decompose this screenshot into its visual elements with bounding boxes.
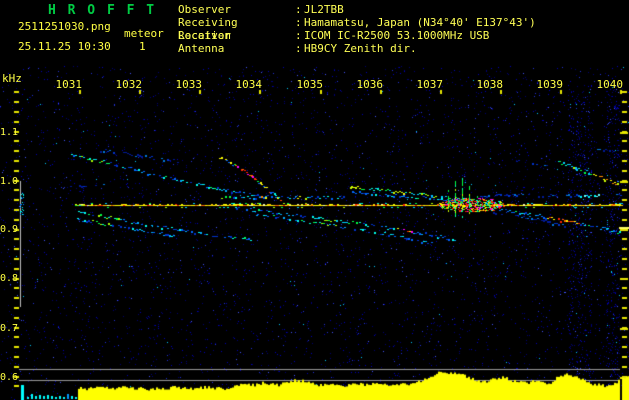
time-tick-label: 1032	[115, 78, 143, 91]
station-info-row: Receiving Location: Hamamatsu, Japan (N34…	[178, 16, 536, 42]
time-tick-label: 1034	[235, 78, 263, 91]
spectrogram-canvas	[0, 0, 629, 400]
time-tick-label: 1040	[596, 78, 624, 91]
observation-mode: meteor	[124, 27, 164, 40]
app-title: H R O F F T	[48, 3, 157, 18]
time-tick-label: 1035	[296, 78, 324, 91]
info-value: HB9CY Zenith dir.	[304, 42, 417, 55]
time-tick-label: 1037	[416, 78, 444, 91]
freq-tick-label: 1.0	[0, 176, 19, 187]
info-value: JL2TBB	[304, 3, 344, 16]
output-filename: 2511251030.png	[18, 20, 111, 33]
time-tick-label: 1038	[476, 78, 504, 91]
station-info-row: Antenna: HB9CY Zenith dir.	[178, 42, 536, 55]
info-label: Observer	[178, 3, 231, 16]
info-value: ICOM IC-R2500 53.1000MHz USB	[304, 29, 490, 42]
station-info-row: Receiver: ICOM IC-R2500 53.1000MHz USB	[178, 29, 536, 42]
info-separator: :	[295, 29, 302, 42]
time-tick-label: 1031	[55, 78, 83, 91]
info-label: Receiver	[178, 29, 231, 42]
time-tick-label: 1039	[536, 78, 564, 91]
info-separator: :	[295, 3, 302, 16]
station-info-row: Observer: JL2TBB	[178, 3, 536, 16]
time-tick-label: 1033	[175, 78, 203, 91]
info-label: Antenna	[178, 42, 225, 55]
station-info-table: Observer: JL2TBB Receiving Location: Hamama…	[178, 3, 536, 55]
freq-tick-label: 0.8	[0, 273, 19, 284]
meteor-count: 1	[139, 40, 146, 53]
info-separator: :	[295, 42, 302, 55]
info-value: Hamamatsu, Japan (N34°40' E137°43')	[304, 16, 536, 29]
observation-datetime: 25.11.25 10:30	[18, 40, 111, 53]
freq-tick-label: 0.7	[0, 323, 19, 334]
info-separator: :	[295, 16, 302, 29]
freq-tick-label: 1.1	[0, 127, 19, 138]
hrofft-screen: H R O F F T 2511251030.png meteor 25.11.…	[0, 0, 629, 400]
freq-tick-label: 0.9	[0, 224, 19, 235]
freq-tick-label: 0.6	[0, 372, 19, 383]
frequency-axis-unit: kHz	[2, 72, 22, 85]
time-tick-label: 1036	[356, 78, 384, 91]
